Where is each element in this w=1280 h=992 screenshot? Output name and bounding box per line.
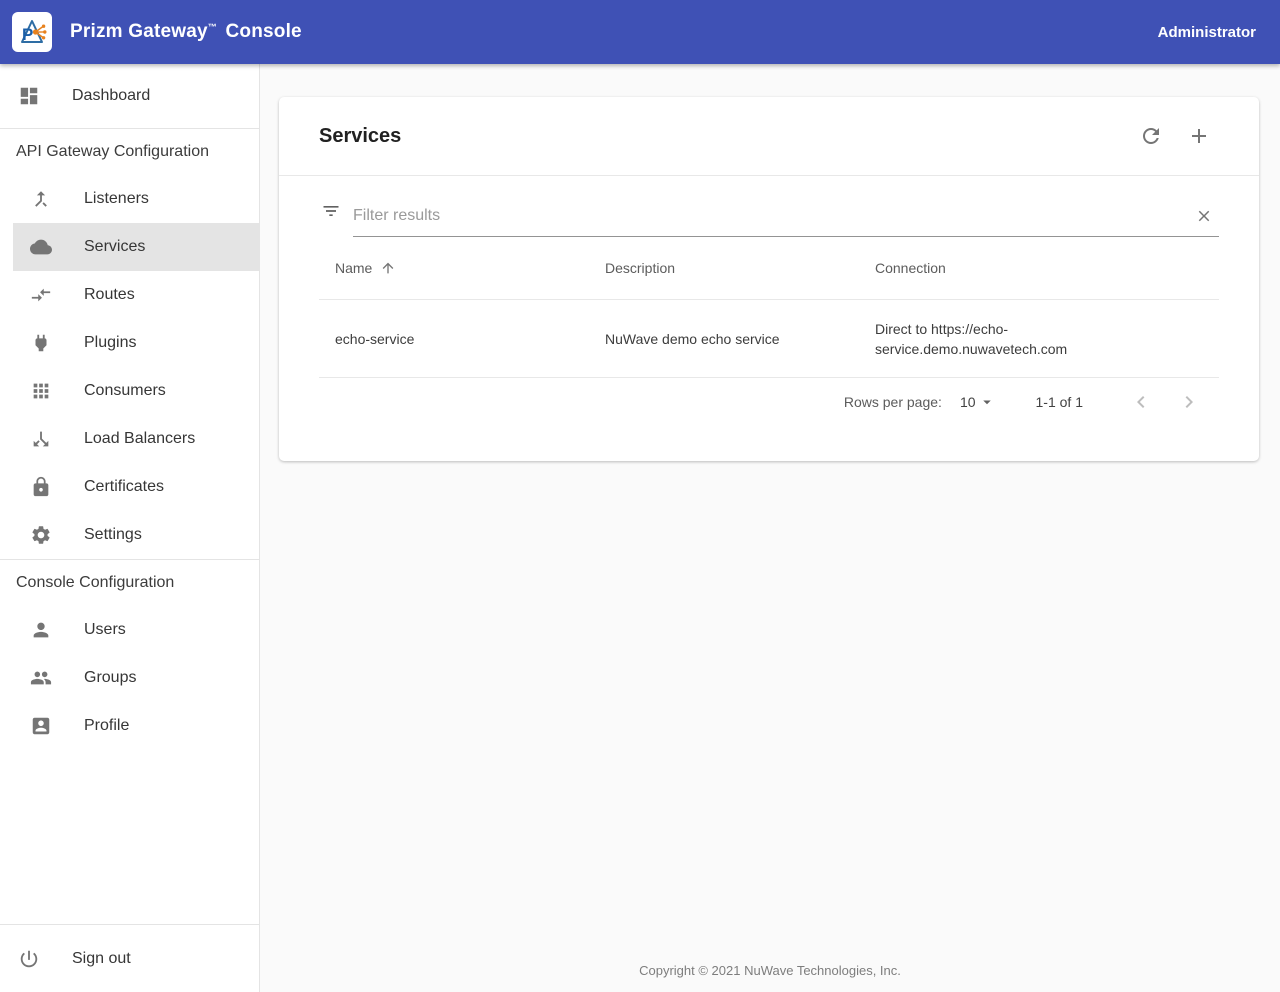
chevron-right-icon xyxy=(1177,390,1201,414)
merge-icon xyxy=(30,188,52,210)
call-split-icon xyxy=(30,428,52,450)
plus-icon xyxy=(1187,124,1211,148)
add-service-button[interactable] xyxy=(1187,124,1211,148)
table-row[interactable]: echo-service NuWave demo echo service Di… xyxy=(319,300,1219,378)
sidebar-item-routes[interactable]: Routes xyxy=(0,271,259,319)
compare-arrows-icon xyxy=(30,284,52,306)
person-icon xyxy=(30,619,52,641)
services-table: Name Description Connection echo-service xyxy=(319,237,1219,426)
sidebar-item-label: Plugins xyxy=(84,334,136,352)
sidebar-item-label: Profile xyxy=(84,717,129,735)
close-icon xyxy=(1195,207,1213,225)
table-header-row: Name Description Connection xyxy=(319,237,1219,300)
people-icon xyxy=(30,667,52,689)
gear-icon xyxy=(30,524,52,546)
sidebar-item-groups[interactable]: Groups xyxy=(0,654,259,702)
column-header-connection[interactable]: Connection xyxy=(875,260,1219,276)
apps-grid-icon xyxy=(30,380,52,402)
sidebar-item-dashboard[interactable]: Dashboard xyxy=(0,72,259,120)
sidebar-item-consumers[interactable]: Consumers xyxy=(0,367,259,415)
app-logo: P xyxy=(12,12,52,52)
sidebar-item-listeners[interactable]: Listeners xyxy=(0,175,259,223)
app-title: Prizm Gateway™ Console xyxy=(70,21,302,43)
column-header-name[interactable]: Name xyxy=(319,260,605,276)
refresh-button[interactable] xyxy=(1139,124,1163,148)
card-header: Services xyxy=(279,97,1259,176)
prizm-logo-icon: P xyxy=(15,15,49,49)
top-app-bar: P Prizm Gateway™ Console Administrator xyxy=(0,0,1280,64)
sidebar-item-users[interactable]: Users xyxy=(0,606,259,654)
cell-service-description: NuWave demo echo service xyxy=(605,329,875,349)
sidebar-item-services[interactable]: Services xyxy=(0,223,259,271)
rows-per-page-label: Rows per page: xyxy=(844,394,942,410)
power-icon xyxy=(18,948,40,970)
lock-icon xyxy=(30,476,52,498)
sidebar-item-label: Users xyxy=(84,621,126,639)
sidebar-item-label: Settings xyxy=(84,526,142,544)
sidebar-item-load-balancers[interactable]: Load Balancers xyxy=(0,415,259,463)
contact-card-icon xyxy=(30,715,52,737)
pagination-bar: Rows per page: 10 1-1 of 1 xyxy=(319,378,1219,426)
filter-row xyxy=(319,176,1219,237)
sidebar-nav: Dashboard API Gateway Configuration List… xyxy=(0,64,260,992)
sign-out-label: Sign out xyxy=(72,950,131,968)
column-header-description[interactable]: Description xyxy=(605,260,875,276)
trademark-symbol: ™ xyxy=(208,22,217,32)
chevron-left-icon xyxy=(1129,390,1153,414)
sidebar-item-label: Routes xyxy=(84,286,135,304)
sidebar-item-label: Listeners xyxy=(84,190,149,208)
cloud-icon xyxy=(30,236,52,258)
refresh-icon xyxy=(1139,124,1163,148)
sidebar-item-label: Dashboard xyxy=(72,87,150,105)
dashboard-icon xyxy=(18,85,40,107)
sidebar-item-profile[interactable]: Profile xyxy=(0,702,259,750)
sidebar-item-label: Load Balancers xyxy=(84,430,195,448)
page-title: Services xyxy=(319,125,401,148)
sidebar-item-label: Certificates xyxy=(84,478,164,496)
copyright-footer: Copyright © 2021 NuWave Technologies, In… xyxy=(260,963,1280,992)
cell-service-connection: Direct to https://echo-service.demo.nuwa… xyxy=(875,319,1125,359)
sort-ascending-icon xyxy=(380,260,396,276)
section-label-console-configuration: Console Configuration xyxy=(0,560,259,606)
sidebar-item-label: Consumers xyxy=(84,382,166,400)
sidebar-item-settings[interactable]: Settings xyxy=(0,511,259,559)
sidebar-item-plugins[interactable]: Plugins xyxy=(0,319,259,367)
sidebar-item-label: Groups xyxy=(84,669,136,687)
filter-list-icon xyxy=(321,201,341,221)
sidebar-item-certificates[interactable]: Certificates xyxy=(0,463,259,511)
plug-icon xyxy=(30,332,52,354)
section-label-api-gateway-configuration: API Gateway Configuration xyxy=(0,129,259,175)
main-content: Services xyxy=(260,64,1280,992)
cell-service-name: echo-service xyxy=(319,329,605,349)
clear-filter-button[interactable] xyxy=(1195,207,1213,225)
filter-field xyxy=(353,195,1219,237)
current-user-label[interactable]: Administrator xyxy=(1158,24,1256,41)
sign-out-button[interactable]: Sign out xyxy=(0,924,259,992)
previous-page-button[interactable] xyxy=(1129,390,1153,414)
sidebar-item-label: Services xyxy=(84,238,145,256)
pagination-range-label: 1-1 of 1 xyxy=(1036,394,1083,410)
filter-input[interactable] xyxy=(353,207,1195,225)
svg-text:P: P xyxy=(22,25,33,44)
chevron-down-icon xyxy=(978,393,996,411)
rows-per-page-select[interactable]: 10 xyxy=(960,393,996,411)
services-card: Services xyxy=(279,97,1259,461)
next-page-button[interactable] xyxy=(1177,390,1201,414)
